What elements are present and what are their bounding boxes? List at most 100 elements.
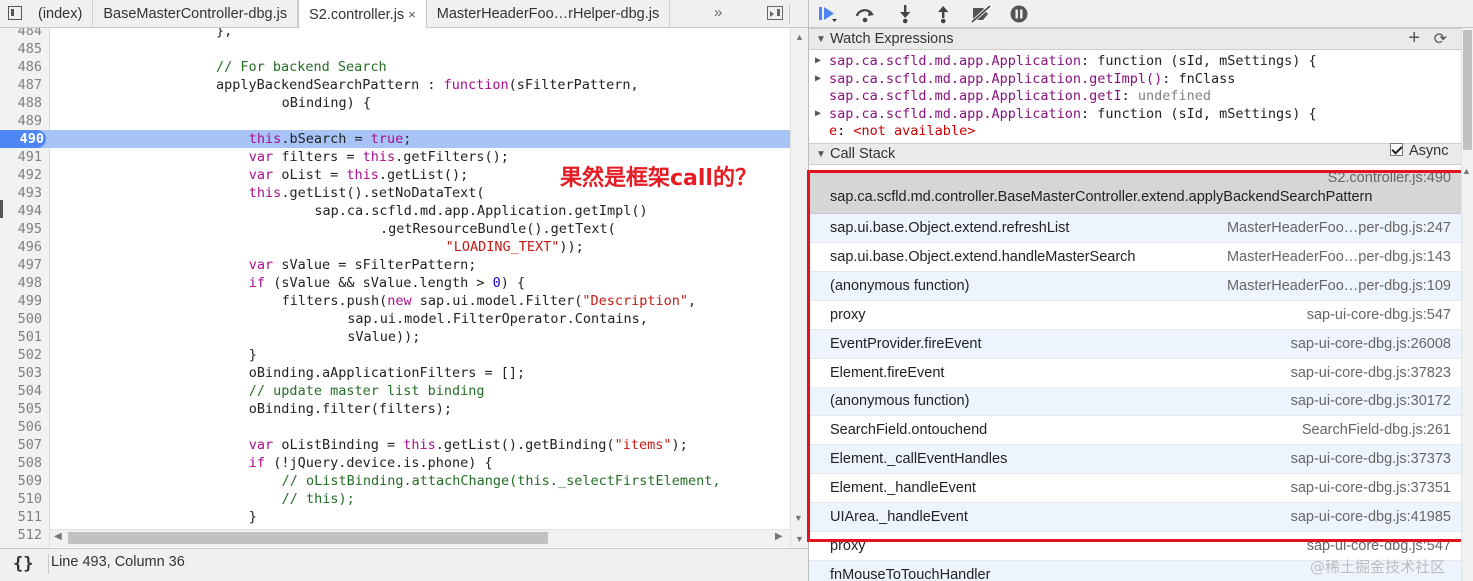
line-number[interactable]: 499 (0, 292, 44, 310)
tab-0[interactable]: (index) (28, 0, 94, 28)
watch-expression: sap.ca.scfld.md.app.Application.getImpl(… (829, 70, 1163, 87)
line-number[interactable]: 498 (0, 274, 44, 292)
line-number[interactable]: 506 (0, 418, 44, 436)
watch-expression: sap.ca.scfld.md.app.Application.getI (829, 88, 1122, 104)
code-text: // this); (282, 490, 355, 508)
line-number[interactable]: 505 (0, 400, 44, 418)
line-number[interactable]: 497 (0, 256, 44, 274)
tab-1[interactable]: BaseMasterController-dbg.js (93, 0, 299, 28)
scroll-down-icon[interactable]: ▼ (795, 534, 804, 544)
line-number[interactable]: 508 (0, 454, 44, 472)
tab-2[interactable]: S2.controller.js × (298, 0, 427, 29)
line-number[interactable]: 509 (0, 472, 44, 490)
watch-item[interactable]: ▶ sap.ca.scfld.md.app.Application.getImpl… (809, 70, 1461, 88)
line-number[interactable]: 487 (0, 76, 44, 94)
line-number[interactable]: 504 (0, 382, 44, 400)
line-number[interactable]: 511 (0, 508, 44, 526)
refresh-watch-icon[interactable]: ⟳ (1434, 29, 1447, 50)
toggle-debugger-sidebar-icon[interactable] (767, 6, 783, 20)
tabs-overflow-icon[interactable]: » (714, 4, 722, 21)
expand-triangle-icon[interactable]: ▶ (815, 105, 821, 123)
line-number[interactable]: 488 (0, 94, 44, 112)
code-token: ; (403, 131, 412, 147)
step-into-icon[interactable] (893, 3, 917, 25)
code-token: sap.ca.scfld.md.app.Application.getImpl(… (314, 203, 648, 219)
code-token: var (248, 257, 274, 273)
line-number[interactable]: 502 (0, 346, 44, 364)
line-number[interactable]: 494 (0, 202, 44, 220)
line-number[interactable]: 491 (0, 148, 44, 166)
code-token: this (403, 437, 436, 453)
code-token: sap.ui.model.Filter( (411, 293, 583, 309)
pause-on-exceptions-icon[interactable] (1007, 3, 1031, 25)
code-token: sap.ui.model.FilterOperator.Contains, (347, 311, 648, 327)
tab-label: BaseMasterController-dbg.js (103, 6, 288, 22)
call-stack-header[interactable]: ▼ Call Stack (809, 143, 1461, 165)
sidebar-scroll-thumb[interactable] (1463, 30, 1472, 150)
watch-item[interactable]: ▶ sap.ca.scfld.md.app.Application: functi… (809, 105, 1461, 123)
scroll-right-icon[interactable]: ▶ (775, 531, 783, 542)
editor-vertical-scrollbar[interactable]: ▲ ▼ (790, 28, 808, 548)
line-number[interactable]: 495 (0, 220, 44, 238)
expand-triangle-icon[interactable]: ▶ (815, 52, 821, 70)
code-token: .getList().getBinding( (435, 437, 615, 453)
code-text: "LOADING_TEXT")); (446, 238, 584, 256)
code-line: 497 var sValue = sFilterPattern; (0, 256, 790, 274)
line-number[interactable]: 507 (0, 436, 44, 454)
scroll-left-icon[interactable]: ◀ (54, 531, 62, 542)
breakpoint-marker[interactable]: 490 (0, 130, 46, 148)
code-editor[interactable]: 484}, 485 486// For backend Search 487 apply… (0, 28, 808, 548)
line-number[interactable]: 484 (0, 28, 44, 40)
line-number[interactable]: 489 (0, 112, 44, 130)
code-token: function (443, 77, 509, 93)
code-line: 502} (0, 346, 790, 364)
step-over-icon[interactable] (853, 3, 877, 25)
line-number[interactable]: 510 (0, 490, 44, 508)
code-line: 489 (0, 112, 790, 130)
expand-triangle-icon[interactable]: ▶ (815, 70, 821, 88)
pretty-print-button[interactable]: {} (13, 554, 33, 574)
code-token: if (248, 275, 266, 291)
step-out-icon[interactable] (931, 3, 955, 25)
line-number[interactable]: 492 (0, 166, 44, 184)
line-number[interactable]: 512 (0, 526, 44, 544)
resume-icon[interactable] (815, 3, 839, 25)
toggle-navigator-icon[interactable] (8, 6, 22, 20)
watch-value: function (sId, mSettings) { (1097, 105, 1317, 122)
code-token: var (248, 149, 274, 165)
tab-3[interactable]: MasterHeaderFoo…rHelper-dbg.js (427, 0, 671, 28)
code-token: oBinding.aApplicationFilters = []; (248, 365, 526, 381)
code-token: true (370, 131, 404, 147)
watch-item[interactable]: e: <not available> (809, 122, 1461, 140)
scroll-down-icon[interactable]: ▼ (794, 513, 803, 523)
add-watch-icon[interactable]: + (1408, 28, 1420, 49)
tab-label: MasterHeaderFoo…rHelper-dbg.js (436, 6, 660, 22)
code-token: } (248, 347, 257, 363)
line-number[interactable]: 500 (0, 310, 44, 328)
code-text: this.bSearch = true; (249, 130, 412, 148)
line-number[interactable]: 503 (0, 364, 44, 382)
code-line: 490 this.bSearch = true; (0, 130, 790, 148)
line-number[interactable]: 496 (0, 238, 44, 256)
line-number[interactable]: 485 (0, 40, 44, 58)
line-number[interactable]: 486 (0, 58, 44, 76)
code-line: 488 oBinding) { (0, 94, 790, 112)
line-number[interactable]: 493 (0, 184, 44, 202)
code-text: var filters = this.getFilters(); (249, 148, 509, 166)
watch-item[interactable]: sap.ca.scfld.md.app.Application.getI: un… (809, 87, 1461, 105)
code-line: 494 sap.ca.scfld.md.app.Application.getIm… (0, 202, 790, 220)
line-number[interactable]: 501 (0, 328, 44, 346)
horizontal-scroll-thumb[interactable] (68, 532, 548, 544)
sidebar-scroll-up-icon[interactable]: ▲ (1462, 166, 1471, 176)
call-frame-function: fnMouseToTouchHandler (830, 566, 991, 581)
watch-item[interactable]: ▶ sap.ca.scfld.md.app.Application: functi… (809, 52, 1461, 70)
async-checkbox[interactable]: Async (1390, 143, 1449, 159)
watermark: @稀土掘金技术社区 (1310, 558, 1446, 576)
deactivate-breakpoints-icon[interactable] (969, 3, 993, 25)
checkbox-checked-icon[interactable] (1390, 143, 1403, 156)
code-token: applyBackendSearchPattern : (216, 77, 444, 93)
code-line: 511} (0, 508, 790, 526)
watch-expressions-header[interactable]: ▼ Watch Expressions + ⟳ (809, 28, 1461, 50)
tab-close-icon[interactable]: × (408, 7, 416, 22)
scroll-up-icon[interactable]: ▲ (795, 32, 804, 42)
